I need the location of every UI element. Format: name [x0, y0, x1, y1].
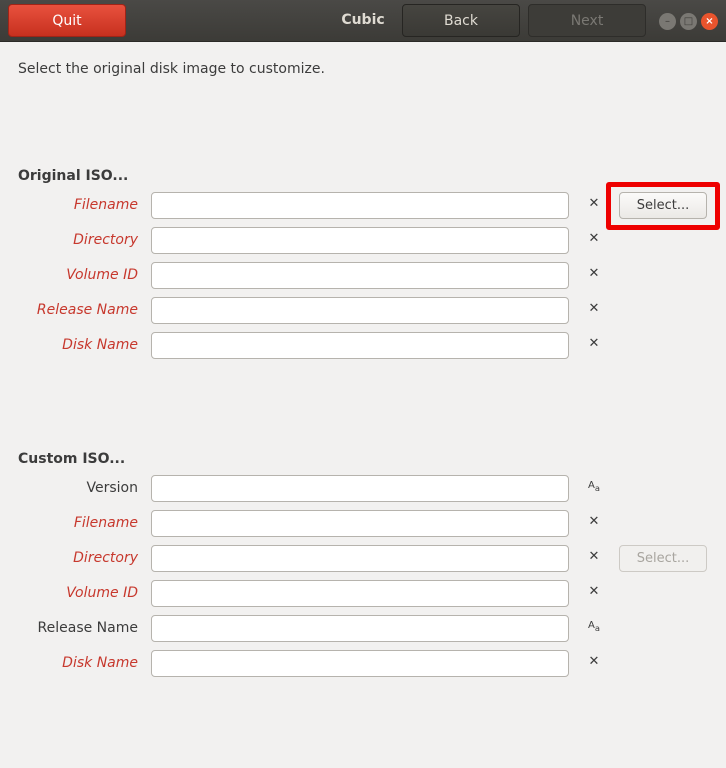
window-title: Cubic: [341, 12, 385, 28]
clear-original-volume-id-icon[interactable]: ✕: [585, 266, 603, 284]
original-directory-row: Directory ✕: [0, 226, 726, 254]
back-button[interactable]: Back: [402, 4, 520, 37]
custom-release-name-label: Release Name: [37, 620, 138, 636]
page-instruction: Select the original disk image to custom…: [18, 61, 325, 77]
custom-version-field[interactable]: [151, 475, 569, 502]
original-iso-heading: Original ISO...: [18, 168, 129, 184]
clear-original-directory-icon[interactable]: ✕: [585, 231, 603, 249]
text-case-icon[interactable]: Aa: [585, 480, 603, 498]
custom-volume-id-row: Volume ID ✕: [0, 579, 726, 607]
original-release-name-field[interactable]: [151, 297, 569, 324]
quit-button[interactable]: Quit: [8, 4, 126, 37]
custom-volume-id-field[interactable]: [151, 580, 569, 607]
original-disk-name-row: Disk Name ✕: [0, 331, 726, 359]
clear-original-disk-name-icon[interactable]: ✕: [585, 336, 603, 354]
custom-disk-name-label: Disk Name: [62, 655, 138, 671]
original-volume-id-row: Volume ID ✕: [0, 261, 726, 289]
custom-directory-label: Directory: [73, 550, 138, 566]
original-volume-id-label: Volume ID: [66, 267, 138, 283]
text-case-icon[interactable]: Aa: [585, 620, 603, 638]
maximize-window-icon[interactable]: □: [680, 13, 697, 30]
next-button: Next: [528, 4, 646, 37]
header-bar: Quit Cubic Back Next – □ ×: [0, 0, 726, 42]
custom-filename-row: Filename ✕: [0, 509, 726, 537]
select-custom-directory-button: Select...: [619, 545, 707, 572]
custom-disk-name-field[interactable]: [151, 650, 569, 677]
clear-custom-disk-name-icon[interactable]: ✕: [585, 654, 603, 672]
original-directory-label: Directory: [73, 232, 138, 248]
original-disk-name-field[interactable]: [151, 332, 569, 359]
original-filename-label: Filename: [73, 197, 138, 213]
custom-directory-row: Directory ✕: [0, 544, 726, 572]
custom-disk-name-row: Disk Name ✕: [0, 649, 726, 677]
original-filename-field[interactable]: [151, 192, 569, 219]
custom-iso-heading: Custom ISO...: [18, 451, 126, 467]
original-disk-name-label: Disk Name: [62, 337, 138, 353]
original-volume-id-field[interactable]: [151, 262, 569, 289]
highlight-box: [606, 182, 720, 230]
custom-release-name-row: Release Name Aa: [0, 614, 726, 642]
original-directory-field[interactable]: [151, 227, 569, 254]
custom-version-row: Version Aa: [0, 474, 726, 502]
clear-original-filename-icon[interactable]: ✕: [585, 196, 603, 214]
custom-directory-field[interactable]: [151, 545, 569, 572]
custom-filename-field[interactable]: [151, 510, 569, 537]
custom-release-name-field[interactable]: [151, 615, 569, 642]
close-window-icon[interactable]: ×: [701, 13, 718, 30]
clear-custom-filename-icon[interactable]: ✕: [585, 514, 603, 532]
clear-custom-volume-id-icon[interactable]: ✕: [585, 584, 603, 602]
custom-volume-id-label: Volume ID: [66, 585, 138, 601]
original-release-name-row: Release Name ✕: [0, 296, 726, 324]
minimize-window-icon[interactable]: –: [659, 13, 676, 30]
original-release-name-label: Release Name: [36, 302, 138, 318]
custom-filename-label: Filename: [73, 515, 138, 531]
custom-version-label: Version: [86, 480, 138, 496]
clear-custom-directory-icon[interactable]: ✕: [585, 549, 603, 567]
clear-original-release-name-icon[interactable]: ✕: [585, 301, 603, 319]
